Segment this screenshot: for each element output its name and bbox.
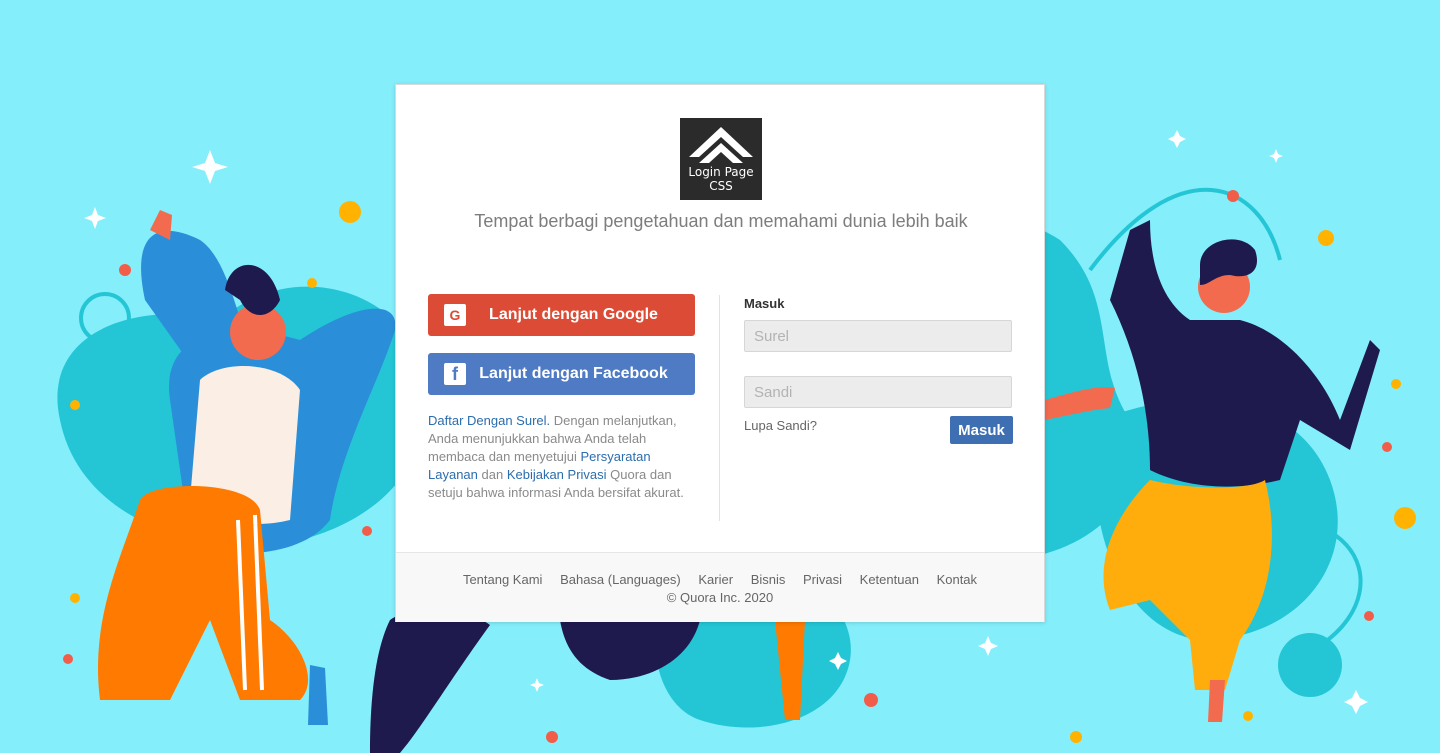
footer-link-languages[interactable]: Bahasa (Languages) [560,572,681,587]
google-g-icon: G [444,304,466,326]
signup-legal-text: Daftar Dengan Surel. Dengan melanjutkan,… [428,412,698,502]
login-card: Login Page CSS Tempat berbagi pengetahua… [395,84,1045,622]
facebook-login-button[interactable]: f Lanjut dengan Facebook [428,353,695,395]
legal-text-2: dan [477,467,507,482]
facebook-icon: f [444,363,466,385]
footer-link-about[interactable]: Tentang Kami [463,572,543,587]
footer-link-business[interactable]: Bisnis [751,572,786,587]
footer-links: Tentang Kami Bahasa (Languages) Karier B… [396,572,1044,587]
forgot-password-link[interactable]: Lupa Sandi? [744,418,817,433]
google-login-label: Lanjut dengan Google [489,306,658,323]
footer-link-terms[interactable]: Ketentuan [860,572,919,587]
logo-line-2: CSS [709,179,733,193]
google-login-button[interactable]: G Lanjut dengan Google [428,294,695,336]
chevron-logo-icon [689,127,753,163]
privacy-policy-link[interactable]: Kebijakan Privasi [507,467,607,482]
logo-text: Login Page CSS [680,165,762,193]
email-field[interactable] [744,320,1012,352]
login-title: Masuk [744,296,785,311]
password-field[interactable] [744,376,1012,408]
tagline: Tempat berbagi pengetahuan dan memahami … [474,211,968,231]
copyright: © Quora Inc. 2020 [666,590,774,605]
footer-link-privacy[interactable]: Privasi [803,572,842,587]
site-logo[interactable]: Login Page CSS [680,118,762,200]
facebook-login-label: Lanjut dengan Facebook [479,365,668,382]
footer: Tentang Kami Bahasa (Languages) Karier B… [396,552,1044,622]
footer-link-careers[interactable]: Karier [698,572,733,587]
vertical-divider [719,295,720,521]
login-submit-button[interactable]: Masuk [950,416,1013,444]
footer-link-contact[interactable]: Kontak [937,572,977,587]
logo-line-1: Login Page [688,165,754,179]
signup-email-link[interactable]: Daftar Dengan Surel. [428,413,550,428]
